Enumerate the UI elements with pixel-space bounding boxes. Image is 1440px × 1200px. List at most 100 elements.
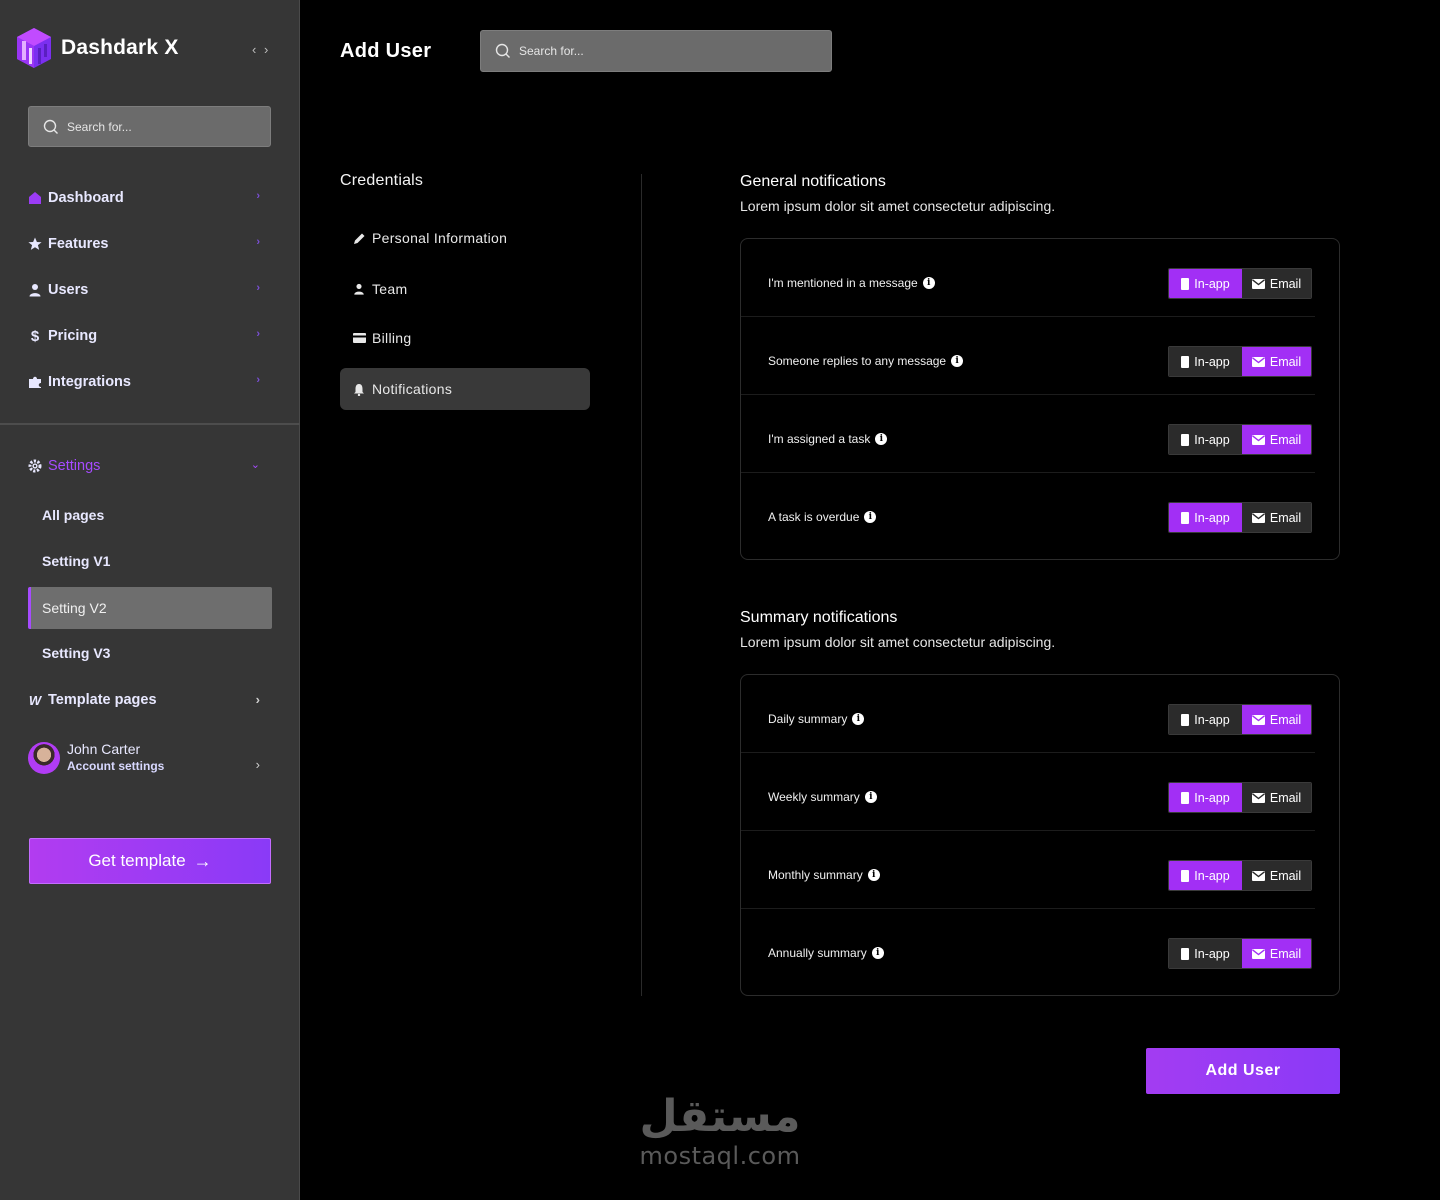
- brand[interactable]: Dashdark X: [14, 26, 179, 70]
- in-app-option[interactable]: In-app: [1169, 783, 1242, 812]
- channel-toggle: In-app Email: [1168, 424, 1312, 455]
- settings-setting-v1[interactable]: Setting V1: [28, 540, 272, 582]
- in-app-option[interactable]: In-app: [1169, 269, 1242, 298]
- notification-label: Annually summary i: [768, 946, 884, 960]
- brand-name: Dashdark X: [61, 36, 179, 59]
- get-template-button[interactable]: Get template →: [29, 838, 271, 884]
- chevron-right-icon: ›: [255, 757, 260, 772]
- phone-icon: [1181, 355, 1190, 368]
- mail-icon: [1251, 356, 1265, 367]
- in-app-option[interactable]: In-app: [1169, 503, 1242, 532]
- email-option[interactable]: Email: [1242, 939, 1311, 968]
- settings-setting-v2[interactable]: Setting V2: [28, 587, 272, 629]
- notification-label-text: I'm mentioned in a message: [768, 276, 918, 290]
- info-icon[interactable]: i: [951, 355, 964, 367]
- bell-icon: [352, 382, 366, 396]
- sidebar-search-input[interactable]: [67, 119, 270, 134]
- channel-toggle: In-app Email: [1168, 268, 1312, 299]
- info-icon[interactable]: i: [864, 511, 877, 523]
- channel-toggle: In-app Email: [1168, 782, 1312, 813]
- in-app-label: In-app: [1194, 432, 1230, 447]
- in-app-option[interactable]: In-app: [1169, 425, 1242, 454]
- subnav-team[interactable]: Team: [340, 268, 590, 310]
- in-app-option[interactable]: In-app: [1169, 861, 1242, 890]
- email-option[interactable]: Email: [1242, 503, 1311, 532]
- email-label: Email: [1269, 276, 1302, 291]
- in-app-option[interactable]: In-app: [1169, 705, 1242, 734]
- info-icon[interactable]: i: [871, 947, 884, 959]
- email-option[interactable]: Email: [1242, 861, 1311, 890]
- email-label: Email: [1269, 790, 1302, 805]
- email-option[interactable]: Email: [1242, 347, 1311, 376]
- in-app-label: In-app: [1194, 946, 1230, 961]
- notification-label-text: I'm assigned a task: [768, 432, 871, 446]
- in-app-label: In-app: [1194, 354, 1230, 369]
- nav-integrations-label: Integrations: [48, 374, 131, 390]
- notification-label: Weekly summary i: [768, 790, 877, 804]
- nav-settings[interactable]: Settings ⌄: [28, 454, 260, 478]
- email-option[interactable]: Email: [1242, 783, 1311, 812]
- info-icon[interactable]: i: [867, 869, 880, 881]
- notification-label: I'm assigned a task i: [768, 432, 888, 446]
- subnav-notifications[interactable]: Notifications: [340, 368, 590, 410]
- settings-all-pages[interactable]: All pages: [28, 494, 272, 536]
- in-app-option[interactable]: In-app: [1169, 347, 1242, 376]
- subnav-billing[interactable]: Billing: [340, 317, 590, 359]
- subnav-billing-label: Billing: [372, 330, 412, 346]
- notification-label: A task is overdue i: [768, 510, 877, 524]
- nav-pricing[interactable]: $ Pricing ›: [28, 324, 260, 348]
- email-option[interactable]: Email: [1242, 425, 1311, 454]
- channel-toggle: In-app Email: [1168, 704, 1312, 735]
- header-search[interactable]: [480, 30, 832, 72]
- notification-label-text: Monthly summary: [768, 868, 863, 882]
- info-icon[interactable]: i: [852, 713, 865, 725]
- account-settings-link[interactable]: Account settings: [67, 759, 164, 773]
- nav-template-pages[interactable]: W Template pages ›: [28, 688, 260, 712]
- collapse-toggle-icon[interactable]: ‹ ›: [252, 42, 270, 57]
- puzzle-icon: [28, 375, 42, 389]
- nav-dashboard-label: Dashboard: [48, 190, 124, 206]
- in-app-option[interactable]: In-app: [1169, 939, 1242, 968]
- account-menu[interactable]: John Carter Account settings ›: [28, 741, 260, 777]
- mail-icon: [1251, 948, 1265, 959]
- phone-icon: [1181, 277, 1190, 290]
- notification-label: Monthly summary i: [768, 868, 880, 882]
- page-title: Add User: [340, 40, 432, 62]
- nav-pricing-label: Pricing: [48, 328, 98, 344]
- settings-setting-v3[interactable]: Setting V3: [28, 632, 272, 674]
- email-option[interactable]: Email: [1242, 705, 1311, 734]
- credentials-title: Credentials: [340, 172, 424, 189]
- notification-row: Monthly summary i In-app Email: [741, 831, 1315, 909]
- vertical-divider: [641, 174, 642, 996]
- chevron-right-icon: ›: [256, 328, 260, 340]
- mail-icon: [1251, 714, 1265, 725]
- user-icon: [352, 282, 366, 296]
- info-icon[interactable]: i: [922, 277, 935, 289]
- add-user-button[interactable]: Add User: [1146, 1048, 1340, 1094]
- notification-label-text: Weekly summary: [768, 790, 860, 804]
- in-app-label: In-app: [1194, 868, 1230, 883]
- arrow-right-icon: →: [193, 850, 212, 871]
- nav-users[interactable]: Users ›: [28, 278, 260, 302]
- sidebar-divider: [0, 423, 300, 425]
- mail-icon: [1251, 512, 1265, 523]
- nav-dashboard[interactable]: Dashboard ›: [28, 186, 260, 210]
- info-icon[interactable]: i: [864, 791, 877, 803]
- user-icon: [28, 283, 42, 297]
- nav-integrations[interactable]: Integrations ›: [28, 370, 260, 394]
- search-icon: [43, 119, 58, 134]
- chevron-right-icon: ›: [256, 282, 260, 294]
- avatar: [28, 742, 60, 774]
- notification-row: I'm assigned a task i In-app Email: [741, 395, 1315, 473]
- chevron-right-icon: ›: [256, 374, 260, 386]
- mail-icon: [1251, 434, 1265, 445]
- subnav-personal-information[interactable]: Personal Information: [340, 217, 590, 259]
- chevron-right-icon: ›: [256, 190, 260, 202]
- sidebar-search[interactable]: [28, 106, 271, 147]
- email-option[interactable]: Email: [1242, 269, 1311, 298]
- channel-toggle: In-app Email: [1168, 346, 1312, 377]
- general-notifications-card: I'm mentioned in a message i In-app Email So…: [740, 238, 1340, 560]
- header-search-input[interactable]: [519, 44, 831, 58]
- info-icon[interactable]: i: [875, 433, 888, 445]
- nav-features[interactable]: Features ›: [28, 232, 260, 256]
